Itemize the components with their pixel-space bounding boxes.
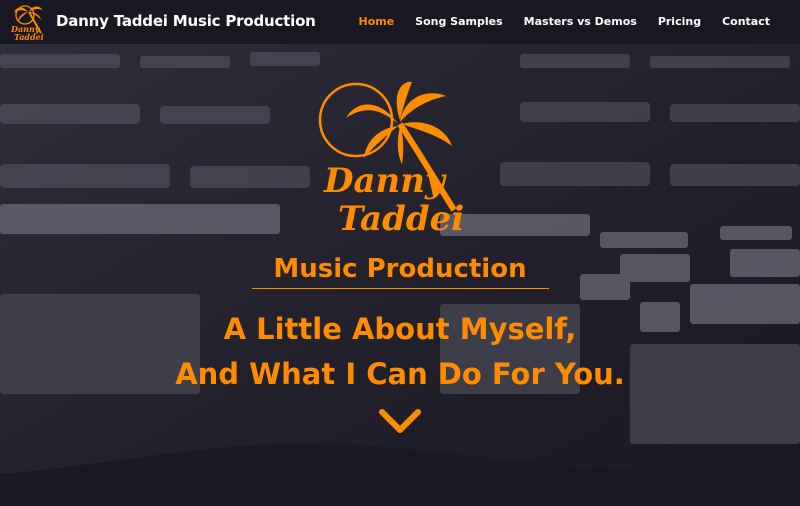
brand-title[interactable]: Danny Taddei Music Production: [56, 12, 316, 30]
subtitle-divider: [252, 288, 549, 289]
nav-links: Home Song Samples Masters vs Demos Prici…: [337, 15, 770, 28]
nav-link-contact[interactable]: Contact: [722, 15, 770, 28]
hero-logo-text-line2: Taddei: [338, 199, 464, 238]
navbar: Danny Taddei Danny Taddei Music Producti…: [0, 0, 800, 44]
chevron-down-icon[interactable]: [378, 406, 422, 436]
hero-logo-text-line1: Danny: [323, 161, 447, 201]
hero-headline-line1: A Little About Myself,: [223, 312, 577, 346]
logo-text-line2: Taddei: [14, 32, 44, 41]
nav-link-pricing[interactable]: Pricing: [658, 15, 701, 28]
palm-tree-logo-icon[interactable]: Danny Taddei: [8, 3, 48, 41]
hero-section: Danny Taddei Music Production A Little A…: [0, 44, 800, 506]
hero-subtitle: Music Production: [273, 254, 527, 284]
palm-tree-logo-large-icon: Danny Taddei: [318, 81, 464, 238]
hero-headline-line2: And What I Can Do For You.: [175, 357, 625, 391]
nav-link-masters-vs-demos[interactable]: Masters vs Demos: [524, 15, 637, 28]
hero-content: Danny Taddei Music Production A Little A…: [0, 44, 800, 506]
nav-link-home[interactable]: Home: [358, 15, 394, 28]
page: Danny Taddei Danny Taddei Music Producti…: [0, 0, 800, 506]
nav-link-song-samples[interactable]: Song Samples: [415, 15, 502, 28]
